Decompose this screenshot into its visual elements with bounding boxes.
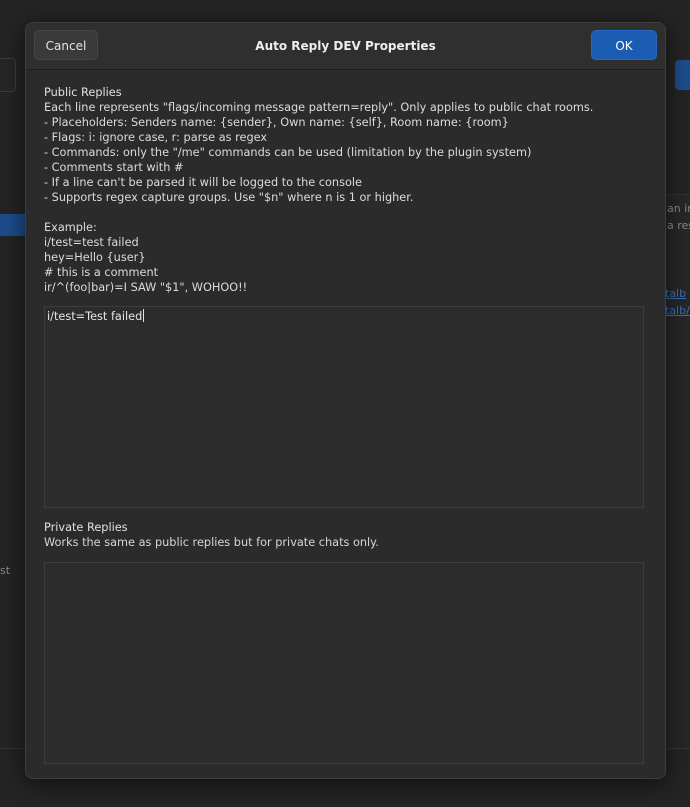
description-line: - Flags: i: ignore case, r: parse as reg… xyxy=(44,131,268,144)
background-link: talb/ xyxy=(665,304,690,317)
private-replies-textarea[interactable] xyxy=(44,562,644,764)
private-replies-description: Works the same as public replies but for… xyxy=(44,536,379,549)
description-line: - Commands: only the "/me" commands can … xyxy=(44,146,532,159)
dialog-header: Auto Reply DEV Properties Cancel OK xyxy=(26,23,665,70)
background-sidebar-selected-item xyxy=(0,214,26,236)
description-line: - Comments start with # xyxy=(44,161,184,174)
ok-button[interactable]: OK xyxy=(591,30,657,60)
background-action-button xyxy=(675,60,690,90)
description-line: Each line represents "flags/incoming mes… xyxy=(44,101,594,114)
public-replies-heading: Public Replies xyxy=(44,86,122,99)
background-search-field xyxy=(0,58,16,92)
background-text-fragment: st xyxy=(0,564,11,577)
background-text-line: an ir xyxy=(667,202,690,215)
description-line: - If a line can't be parsed it will be l… xyxy=(44,176,362,189)
private-replies-section: Private Replies Works the same as public… xyxy=(44,520,647,550)
background-link: talb xyxy=(665,287,687,300)
example-line: # this is a comment xyxy=(44,266,159,279)
properties-dialog: Auto Reply DEV Properties Cancel OK Publ… xyxy=(25,22,666,779)
dialog-title: Auto Reply DEV Properties xyxy=(255,39,436,53)
cancel-button[interactable]: Cancel xyxy=(34,30,98,60)
public-replies-section: Public Replies Each line represents "fla… xyxy=(44,85,647,295)
example-line: i/test=test failed xyxy=(44,236,139,249)
background-right-panel xyxy=(664,194,690,750)
public-replies-textarea[interactable]: i/test=Test failed xyxy=(44,306,644,508)
background-text-line: a res xyxy=(667,219,690,232)
description-line: - Supports regex capture groups. Use "$n… xyxy=(44,191,414,204)
public-replies-text: i/test=Test failed xyxy=(47,310,143,323)
example-heading: Example: xyxy=(44,221,97,234)
text-caret xyxy=(143,309,145,322)
description-line: - Placeholders: Senders name: {sender}, … xyxy=(44,116,509,129)
example-line: hey=Hello {user} xyxy=(44,251,146,264)
example-line: ir/^(foo|bar)=I SAW "$1", WOHOO!! xyxy=(44,281,248,294)
private-replies-heading: Private Replies xyxy=(44,521,128,534)
